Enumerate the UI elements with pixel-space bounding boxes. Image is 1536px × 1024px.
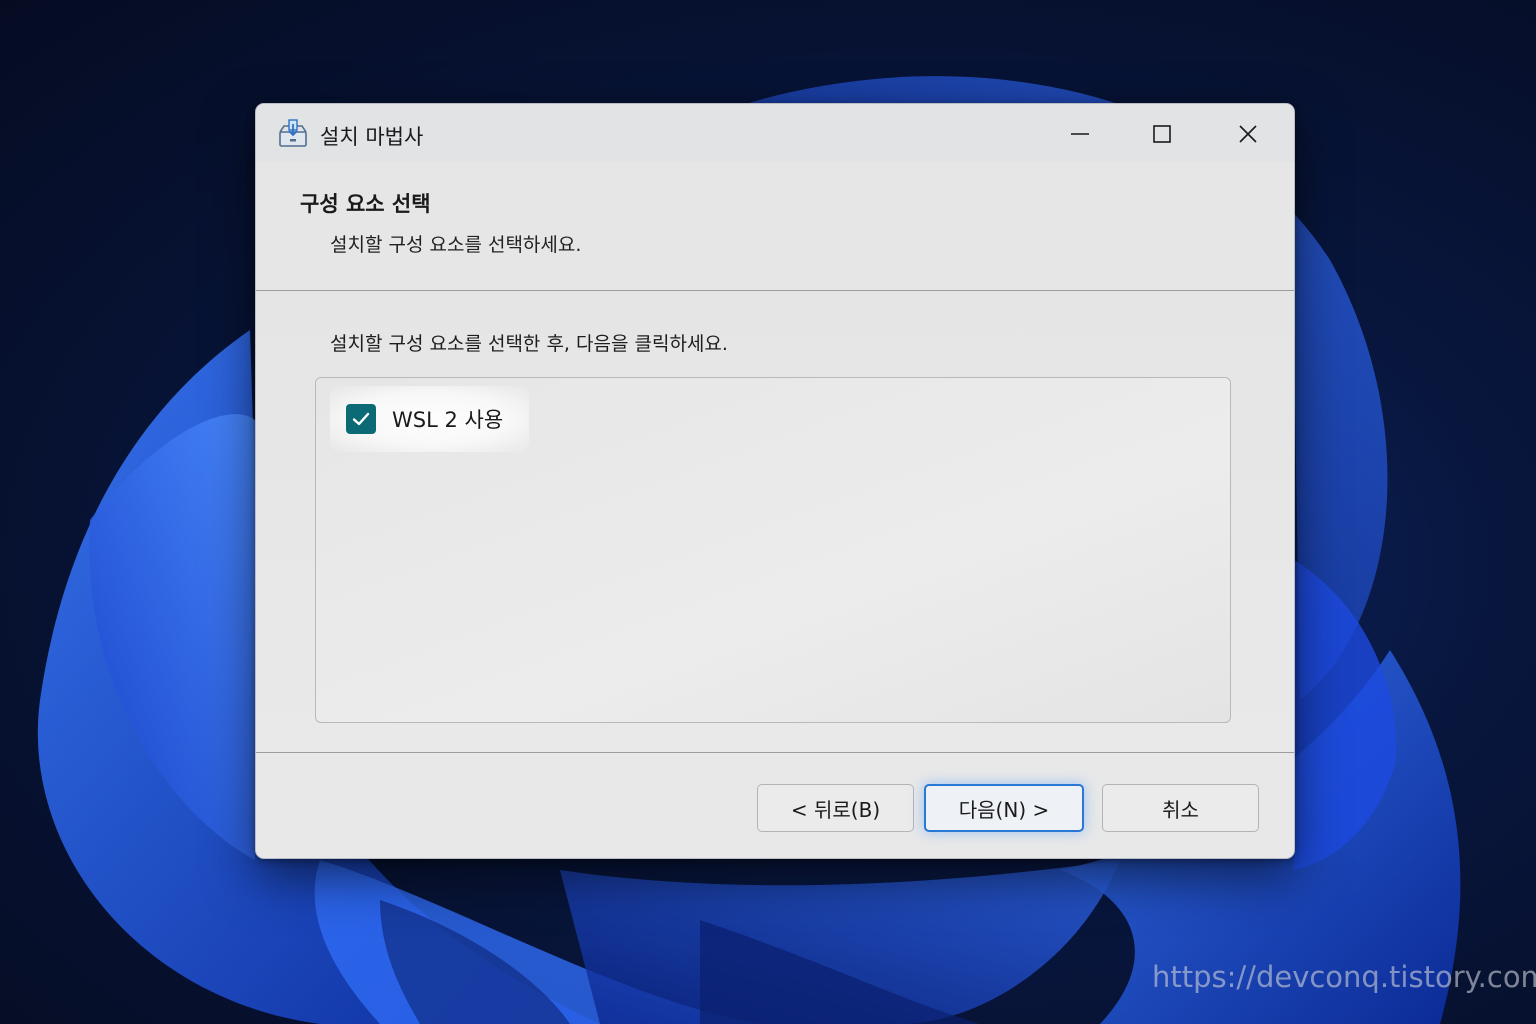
desktop: 설치 마법사 구성 요소 선택 설치할 구성 요소를 선택하세요. 설치할 구성… [0,0,1536,1024]
wizard-header: 구성 요소 선택 설치할 구성 요소를 선택하세요. [256,162,1294,290]
component-list: WSL 2 사용 [315,377,1231,723]
page-title: 구성 요소 선택 [300,192,431,216]
installer-window: 설치 마법사 구성 요소 선택 설치할 구성 요소를 선택하세요. 설치할 구성… [255,103,1295,859]
wizard-footer: < 뒤로(B) 다음(N) > 취소 [256,753,1294,858]
minimize-icon [1071,133,1089,135]
checkmark-icon [352,412,370,426]
watermark-url: https://devconq.tistory.com [1152,960,1536,994]
component-label: WSL 2 사용 [392,408,504,432]
maximize-button[interactable] [1136,112,1188,156]
next-button[interactable]: 다음(N) > [924,784,1084,832]
minimize-button[interactable] [1054,112,1106,156]
cancel-button[interactable]: 취소 [1102,784,1259,832]
close-icon [1239,125,1257,143]
close-button[interactable] [1222,112,1274,156]
maximize-icon [1153,125,1171,143]
wsl2-checkbox[interactable] [346,404,376,434]
title-bar[interactable]: 설치 마법사 [256,104,1294,162]
instruction-text: 설치할 구성 요소를 선택한 후, 다음을 클릭하세요. [330,333,728,355]
installer-box-icon [279,119,307,147]
wizard-body: 설치할 구성 요소를 선택한 후, 다음을 클릭하세요. WSL 2 사용 [256,291,1294,752]
back-button[interactable]: < 뒤로(B) [757,784,914,832]
component-item-wsl2[interactable]: WSL 2 사용 [330,386,530,452]
window-title: 설치 마법사 [320,125,424,149]
page-subtitle: 설치할 구성 요소를 선택하세요. [330,234,582,256]
